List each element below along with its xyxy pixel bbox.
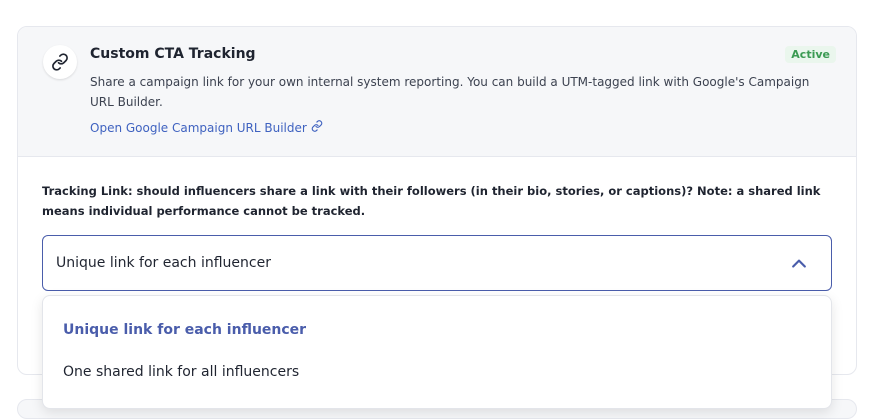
link-icon (43, 45, 77, 79)
google-campaign-url-builder-link[interactable]: Open Google Campaign URL Builder (90, 120, 323, 135)
chevron-up-icon[interactable] (789, 254, 809, 274)
link-label[interactable]: Open Google Campaign URL Builder (90, 121, 307, 135)
card-header: Custom CTA Tracking Active Share a campa… (18, 27, 856, 157)
option-shared-link[interactable]: One shared link for all influencers (63, 364, 299, 380)
select-value: Unique link for each influencer (56, 255, 271, 271)
card-title: Custom CTA Tracking (90, 46, 256, 62)
status-badge: Active (785, 46, 836, 63)
option-unique-link[interactable]: Unique link for each influencer (63, 322, 306, 338)
external-link-icon (311, 120, 323, 135)
tracking-link-question: Tracking Link: should influencers share … (42, 184, 821, 218)
tracking-link-select[interactable]: Unique link for each influencer (42, 235, 832, 291)
tracking-link-dropdown: Unique link for each influencer One shar… (42, 295, 832, 409)
card-description: Share a campaign link for your own inter… (90, 75, 810, 109)
